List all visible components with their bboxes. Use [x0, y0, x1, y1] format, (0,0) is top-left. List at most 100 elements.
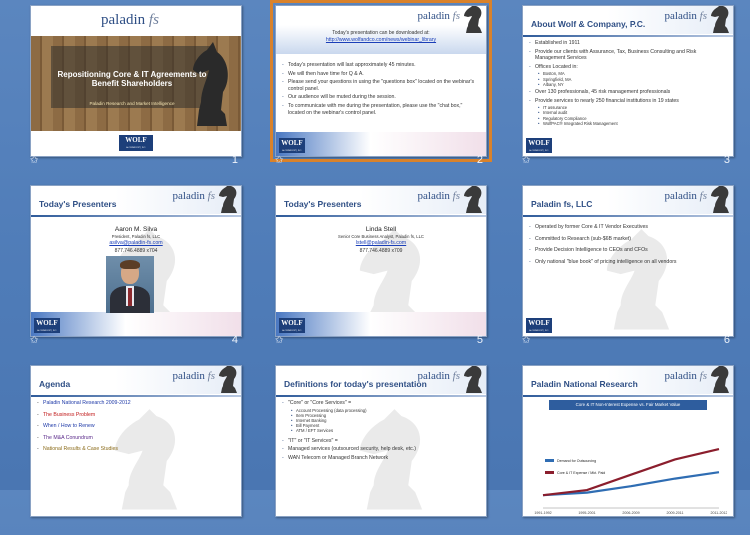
slide-thumbnail-5[interactable]: Today's Presenters paladin fs Linda Stel… [275, 185, 491, 355]
slide-title: About Wolf & Company, P.C. [531, 19, 646, 29]
slide-transition-icon[interactable]: ✩ [522, 335, 530, 346]
presentation-title: Repositioning Core & IT Agreements to Be… [57, 70, 207, 88]
presentation-subtitle: Paladin Research and Market Intelligence [89, 101, 175, 106]
slide-thumbnail-7[interactable]: Agenda paladin fs Paladin National Resea… [30, 365, 246, 535]
slide-4-canvas[interactable]: Today's Presenters paladin fs Aaron M. S… [30, 185, 242, 337]
slide-sorter-grid: paladin fs Repositioning Core & IT Agree… [0, 0, 750, 517]
paladin-logo: paladin fs [664, 10, 707, 22]
chart-plot: 1991-1992 1995-2001 2006-2009 2009-2011 2011… [534, 448, 727, 515]
download-link[interactable]: http://www.wolfandco.com/news/webinar_li… [276, 37, 486, 43]
slide-thumbnail-3[interactable]: About Wolf & Company, P.C. paladin fs Es… [522, 5, 738, 175]
list-item: Only national "blue book" of pricing int… [529, 259, 725, 266]
slide-number: 2 [476, 154, 483, 166]
list-item: "Core" or "Core Services" = Account Proc… [282, 400, 478, 434]
slide-thumbnail-1[interactable]: paladin fs Repositioning Core & IT Agree… [30, 5, 246, 175]
presenter-name: Aaron M. Silva [114, 226, 158, 233]
wolf-logo: WOLF & COMPANY, P.C. [526, 138, 552, 153]
title-underline [523, 395, 733, 397]
legend-label: Demand for Outsourcing [557, 459, 596, 463]
agenda-item: Paladin National Research 2009-2012 [37, 400, 233, 407]
paladin-logo: paladin fs [664, 190, 707, 202]
bullet-list: Established in 1911 Provide our clients … [529, 40, 725, 128]
paladin-logo: paladin fs [664, 370, 707, 382]
chess-knight-icon [219, 366, 237, 393]
slide-2-canvas[interactable]: paladin fs Today's presentation can be d… [270, 0, 492, 162]
slide-1-canvas[interactable]: paladin fs Repositioning Core & IT Agree… [30, 5, 242, 157]
agenda-item: When / How to Renew [37, 423, 233, 430]
slide-title: Paladin National Research [531, 379, 638, 389]
presenter-role: President, Paladin fs, LLC [111, 234, 161, 239]
list-item: WAN Telecom or Managed Branch Network [282, 455, 478, 462]
chess-knight-icon [711, 6, 729, 33]
slide-thumbnail-2[interactable]: paladin fs Today's presentation can be d… [270, 0, 492, 175]
legend-swatch [545, 459, 554, 462]
bullet-list: Today's presentation will last approxima… [282, 62, 478, 118]
wolf-logo: WOLF & COMPANY, P.C. [119, 135, 153, 151]
list-item: Please send your questions in using the … [282, 79, 478, 92]
slide-7-canvas[interactable]: Agenda paladin fs Paladin National Resea… [30, 365, 242, 517]
slide-8-canvas[interactable]: Definitions for today's presentation pal… [275, 365, 487, 517]
x-tick-label: 1991-1992 [534, 511, 551, 515]
line-chart: Core & IT Non-Interest Expense vs. Fair … [529, 400, 727, 516]
slide-3-canvas[interactable]: About Wolf & Company, P.C. paladin fs Es… [522, 5, 734, 157]
slide-thumbnail-9[interactable]: Paladin National Research paladin fs Cor… [522, 365, 738, 535]
paladin-logo: paladin fs [172, 190, 215, 202]
slide-5-canvas[interactable]: Today's Presenters paladin fs Linda Stel… [275, 185, 487, 337]
slide-transition-icon[interactable]: ✩ [522, 155, 530, 166]
download-note: Today's presentation can be downloaded a… [332, 30, 430, 36]
agenda-item: National Results & Case Studies [37, 446, 233, 453]
slide-transition-icon[interactable]: ✩ [30, 155, 38, 166]
agenda-list: Paladin National Research 2009-2012 The … [37, 400, 233, 455]
list-item: We will then have time for Q & A. [282, 71, 478, 78]
agenda-item: The Business Problem [37, 412, 233, 419]
x-tick-label: 2006-2009 [622, 511, 639, 515]
chess-knight-icon [711, 186, 729, 213]
slide-number: 4 [231, 334, 238, 346]
slide-footer [31, 312, 241, 336]
slide-footer [276, 132, 486, 156]
slide-title: Agenda [39, 379, 71, 389]
wolf-logo: WOLF & COMPANY, P.C. [526, 318, 552, 333]
title-underline [523, 35, 733, 37]
slide-9-canvas[interactable]: Paladin National Research paladin fs Cor… [522, 365, 734, 517]
slide-number: 5 [476, 334, 483, 346]
sub-item: WolfPAC® Integrated Risk Management [535, 121, 725, 126]
bullet-list: Operated by former Core & IT Vendor Exec… [529, 224, 725, 267]
paladin-logo: paladin fs [417, 370, 460, 382]
chess-knight-icon [464, 366, 482, 393]
chess-knight-icon [464, 186, 482, 213]
slide-transition-icon[interactable]: ✩ [30, 335, 38, 346]
slide-thumbnail-8[interactable]: Definitions for today's presentation pal… [275, 365, 491, 535]
legend-label: Core & IT Expense / Mkt. Paid [557, 471, 605, 475]
list-item: Operated by former Core & IT Vendor Exec… [529, 224, 725, 231]
wolf-logo: WOLF & COMPANY, P.C. [34, 318, 60, 333]
presenter-phone: 877.746.4889 x704 [114, 248, 158, 254]
list-item: Managed services (outsourced security, h… [282, 446, 478, 453]
slide-thumbnail-6[interactable]: Paladin fs, LLC paladin fs Operated by f… [522, 185, 738, 355]
sub-item: ATM / EFT Services [288, 428, 478, 433]
legend-swatch [545, 471, 554, 474]
paladin-logo: paladin fs [172, 370, 215, 382]
slide-thumbnail-4[interactable]: Today's Presenters paladin fs Aaron M. S… [30, 185, 246, 355]
paladin-logo: paladin fs [417, 190, 460, 202]
list-item: To communicate with me during the presen… [282, 103, 478, 116]
list-item: Provide our clients with Assurance, Tax,… [529, 49, 725, 62]
agenda-item: The M&A Conundrum [37, 435, 233, 442]
slide-6-canvas[interactable]: Paladin fs, LLC paladin fs Operated by f… [522, 185, 734, 337]
sub-item: Albany, NY [535, 82, 725, 87]
wolf-logo: WOLF & COMPANY, P.C. [279, 138, 305, 153]
wolf-logo: WOLF & COMPANY, P.C. [279, 318, 305, 333]
presenter-email[interactable]: asilva@paladin-fs.com [31, 240, 241, 246]
slide-transition-icon[interactable]: ✩ [275, 155, 283, 166]
title-underline [31, 215, 241, 217]
list-item: Provide services to nearly 250 financial… [529, 98, 725, 127]
chess-knight-icon [219, 186, 237, 213]
slide-number: 6 [723, 334, 730, 346]
presenter-photo [106, 256, 154, 313]
slide-number: 1 [231, 154, 238, 166]
paladin-logo: paladin fs [101, 12, 159, 28]
title-underline [523, 215, 733, 217]
presenter-email[interactable]: lstell@paladin-fs.com [276, 240, 486, 246]
slide-transition-icon[interactable]: ✩ [275, 335, 283, 346]
paladin-logo: paladin fs [417, 10, 460, 22]
